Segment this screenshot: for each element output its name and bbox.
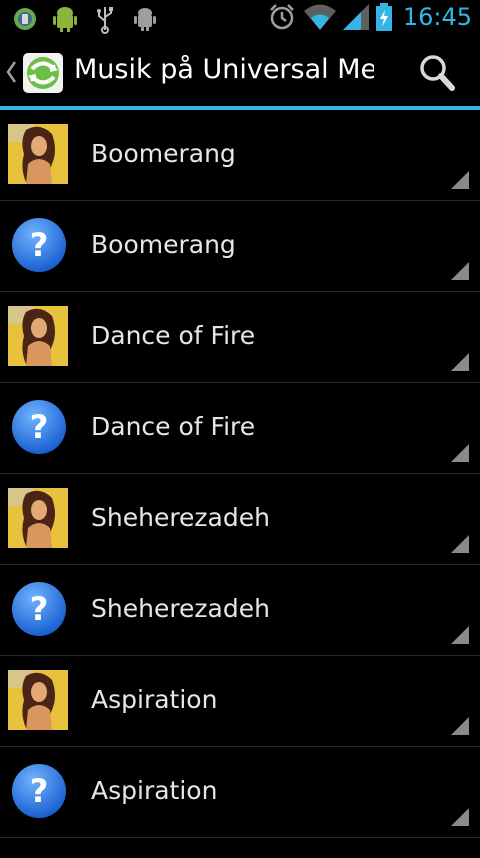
- list-item-partial: [0, 838, 480, 858]
- svg-text:?: ?: [30, 590, 49, 628]
- corner-indicator: [451, 535, 469, 553]
- list-item[interactable]: ? Aspiration: [0, 747, 480, 838]
- svg-text:?: ?: [30, 772, 49, 810]
- help-icon: ?: [12, 582, 66, 636]
- corner-indicator: [451, 353, 469, 371]
- status-clock: 16:45: [402, 3, 472, 31]
- chevron-left-icon[interactable]: [5, 60, 17, 84]
- signal-icon: [342, 4, 369, 30]
- list-item[interactable]: Boomerang: [0, 110, 480, 201]
- list-item-title: Sheherezadeh: [91, 503, 270, 532]
- list-item-title: Boomerang: [91, 230, 236, 259]
- list-item-title: Dance of Fire: [91, 321, 256, 350]
- status-bar: 16:45: [0, 0, 480, 38]
- android-icon: [53, 7, 77, 32]
- help-icon: ?: [12, 764, 66, 818]
- search-icon[interactable]: [414, 52, 460, 94]
- battery-charging-icon: [375, 3, 392, 31]
- universal-media-icon[interactable]: [22, 52, 64, 94]
- album-art: [8, 670, 68, 730]
- status-bar-system: 16:45: [267, 2, 472, 32]
- list-item[interactable]: Aspiration: [0, 656, 480, 747]
- list-item-title: Boomerang: [91, 139, 236, 168]
- album-art: [8, 488, 68, 548]
- media-list: Boomerang ? Boomerang Dance of Fire ? Da…: [0, 110, 480, 858]
- svg-text:?: ?: [30, 408, 49, 446]
- alarm-icon: [269, 4, 294, 30]
- list-item[interactable]: ? Boomerang: [0, 201, 480, 292]
- wifi-icon: [303, 4, 336, 30]
- status-bar-notifications: [10, 4, 160, 34]
- action-bar: Musik på Universal Me…: [0, 38, 480, 106]
- list-item-title: Dance of Fire: [91, 412, 256, 441]
- list-item-title: Aspiration: [91, 776, 218, 805]
- list-item[interactable]: Dance of Fire: [0, 292, 480, 383]
- help-icon: ?: [12, 218, 66, 272]
- corner-indicator: [451, 808, 469, 826]
- album-art: [8, 124, 68, 184]
- svg-text:?: ?: [30, 226, 49, 264]
- list-item-title: Sheherezadeh: [91, 594, 270, 623]
- list-item[interactable]: ? Sheherezadeh: [0, 565, 480, 656]
- corner-indicator: [451, 171, 469, 189]
- help-icon: ?: [12, 400, 66, 454]
- page-title: Musik på Universal Me…: [74, 54, 374, 85]
- list-item[interactable]: ? Dance of Fire: [0, 383, 480, 474]
- app-notification-icon: [14, 8, 36, 30]
- usb-icon: [97, 7, 113, 34]
- list-item[interactable]: Sheherezadeh: [0, 474, 480, 565]
- corner-indicator: [451, 717, 469, 735]
- list-item-title: Aspiration: [91, 685, 218, 714]
- corner-indicator: [451, 444, 469, 462]
- album-art: [8, 306, 68, 366]
- corner-indicator: [451, 626, 469, 644]
- usb-debugging-icon: [134, 8, 156, 31]
- corner-indicator: [451, 262, 469, 280]
